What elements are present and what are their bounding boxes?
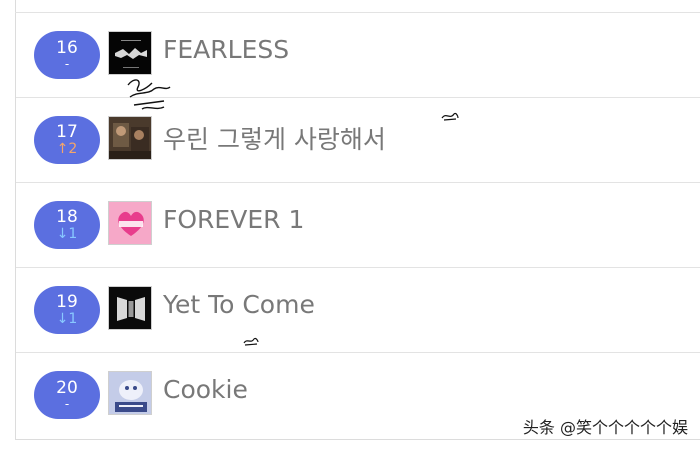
chart-row[interactable]: 16 - FEARLESS [16,13,700,110]
rank-change: - [64,397,70,411]
rank-number: 16 [56,38,78,58]
rank-number: 18 [56,207,78,227]
rank-change: ↓1 [56,311,78,327]
rank-change: ↑2 [56,141,78,157]
rank-badge: 18 ↓1 [34,201,100,249]
rank-change: - [64,57,70,71]
album-cover[interactable] [108,286,152,330]
album-cover[interactable] [108,371,152,415]
song-title[interactable]: Yet To Come [163,290,315,319]
rank-badge: 16 - [34,31,100,79]
album-cover[interactable] [108,31,152,75]
album-cover[interactable] [108,116,152,160]
chart-row[interactable]: 19 ↓1 Yet To Come [16,268,700,353]
song-title[interactable]: FEARLESS [163,35,289,64]
rank-change: ↓1 [56,226,78,242]
scribble-mark [441,112,459,121]
chart-list: 16 - FEARLESS 17 ↑2 우린 그렇게 사랑해서 18 ↓1 FO… [16,13,700,438]
rank-number: 19 [56,292,78,312]
rank-number: 20 [56,378,78,398]
album-cover[interactable] [108,201,152,245]
rank-badge: 17 ↑2 [34,116,100,164]
watermark: 头条 @笑个个个个个娱 [522,418,688,437]
song-title[interactable]: Cookie [163,375,248,404]
song-title[interactable]: FOREVER 1 [163,205,304,234]
rank-badge: 20 - [34,371,100,419]
scribble-mark [243,337,259,346]
chart-row[interactable]: 17 ↑2 우린 그렇게 사랑해서 [16,98,700,183]
song-title[interactable]: 우린 그렇게 사랑해서 [163,120,386,156]
rank-badge: 19 ↓1 [34,286,100,334]
rank-number: 17 [56,122,78,142]
chart-row[interactable]: 18 ↓1 FOREVER 1 [16,183,700,268]
